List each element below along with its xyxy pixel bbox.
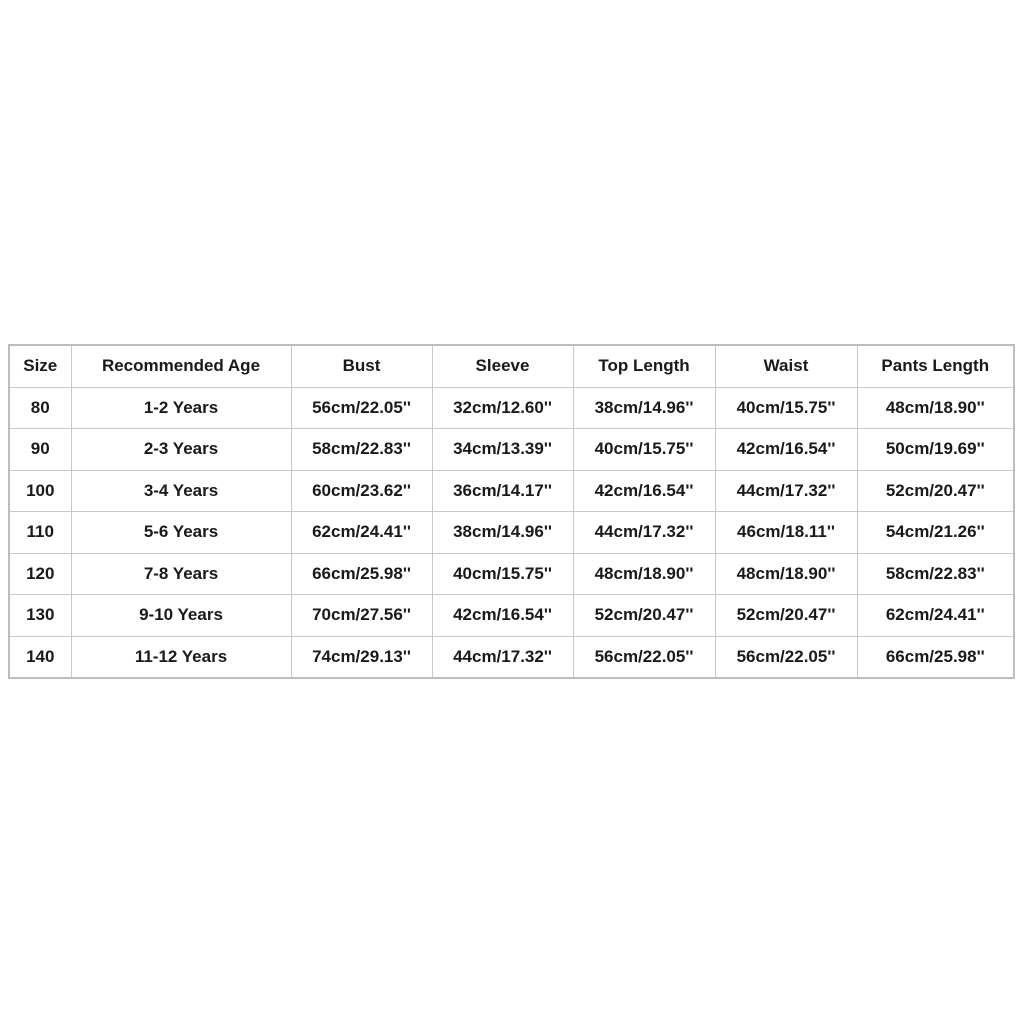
table-row: 130 9-10 Years 70cm/27.56'' 42cm/16.54'' 52c… <box>8 594 1015 637</box>
cell-waist: 56cm/22.05'' <box>714 635 858 679</box>
cell-sleeve: 38cm/14.96'' <box>431 511 574 554</box>
column-header-recommended-age: Recommended Age <box>70 344 292 388</box>
cell-pants-length: 50cm/19.69'' <box>856 428 1015 471</box>
cell-top-length: 38cm/14.96'' <box>572 386 716 429</box>
cell-recommended-age: 9-10 Years <box>70 594 292 637</box>
size-chart-table: Size Recommended Age Bust Sleeve Top Length W… <box>8 344 1015 679</box>
cell-sleeve: 40cm/15.75'' <box>431 552 574 595</box>
cell-size: 80 <box>8 386 72 429</box>
cell-recommended-age: 5-6 Years <box>70 511 292 554</box>
table-row: 140 11-12 Years 74cm/29.13'' 44cm/17.32'' 56… <box>8 635 1015 679</box>
cell-top-length: 56cm/22.05'' <box>572 635 716 679</box>
cell-top-length: 44cm/17.32'' <box>572 511 716 554</box>
cell-recommended-age: 2-3 Years <box>70 428 292 471</box>
cell-recommended-age: 1-2 Years <box>70 386 292 429</box>
table-row: 80 1-2 Years 56cm/22.05'' 32cm/12.60'' 38cm/… <box>8 386 1015 429</box>
cell-size: 120 <box>8 552 72 595</box>
cell-pants-length: 58cm/22.83'' <box>856 552 1015 595</box>
column-header-pants-length: Pants Length <box>856 344 1015 388</box>
column-header-bust: Bust <box>290 344 433 388</box>
cell-top-length: 40cm/15.75'' <box>572 428 716 471</box>
cell-size: 110 <box>8 511 72 554</box>
column-header-sleeve: Sleeve <box>431 344 574 388</box>
cell-waist: 40cm/15.75'' <box>714 386 858 429</box>
cell-waist: 44cm/17.32'' <box>714 469 858 512</box>
cell-bust: 62cm/24.41'' <box>290 511 433 554</box>
cell-pants-length: 62cm/24.41'' <box>856 594 1015 637</box>
cell-top-length: 48cm/18.90'' <box>572 552 716 595</box>
cell-waist: 46cm/18.11'' <box>714 511 858 554</box>
cell-recommended-age: 11-12 Years <box>70 635 292 679</box>
column-header-top-length: Top Length <box>572 344 716 388</box>
cell-top-length: 42cm/16.54'' <box>572 469 716 512</box>
cell-bust: 60cm/23.62'' <box>290 469 433 512</box>
column-header-waist: Waist <box>714 344 858 388</box>
cell-recommended-age: 7-8 Years <box>70 552 292 595</box>
cell-pants-length: 48cm/18.90'' <box>856 386 1015 429</box>
cell-waist: 42cm/16.54'' <box>714 428 858 471</box>
cell-size: 140 <box>8 635 72 679</box>
cell-size: 90 <box>8 428 72 471</box>
cell-bust: 70cm/27.56'' <box>290 594 433 637</box>
cell-bust: 66cm/25.98'' <box>290 552 433 595</box>
table-row: 100 3-4 Years 60cm/23.62'' 36cm/14.17'' 42cm… <box>8 469 1015 512</box>
cell-size: 130 <box>8 594 72 637</box>
cell-bust: 58cm/22.83'' <box>290 428 433 471</box>
cell-waist: 52cm/20.47'' <box>714 594 858 637</box>
table-row: 120 7-8 Years 66cm/25.98'' 40cm/15.75'' 48cm… <box>8 552 1015 595</box>
cell-sleeve: 32cm/12.60'' <box>431 386 574 429</box>
cell-sleeve: 34cm/13.39'' <box>431 428 574 471</box>
cell-waist: 48cm/18.90'' <box>714 552 858 595</box>
cell-top-length: 52cm/20.47'' <box>572 594 716 637</box>
cell-recommended-age: 3-4 Years <box>70 469 292 512</box>
cell-bust: 56cm/22.05'' <box>290 386 433 429</box>
cell-sleeve: 42cm/16.54'' <box>431 594 574 637</box>
cell-pants-length: 66cm/25.98'' <box>856 635 1015 679</box>
cell-pants-length: 52cm/20.47'' <box>856 469 1015 512</box>
cell-pants-length: 54cm/21.26'' <box>856 511 1015 554</box>
cell-sleeve: 36cm/14.17'' <box>431 469 574 512</box>
cell-sleeve: 44cm/17.32'' <box>431 635 574 679</box>
table-row: 90 2-3 Years 58cm/22.83'' 34cm/13.39'' 40cm/… <box>8 428 1015 471</box>
cell-bust: 74cm/29.13'' <box>290 635 433 679</box>
table-row: 110 5-6 Years 62cm/24.41'' 38cm/14.96'' 44cm… <box>8 511 1015 554</box>
table-header-row: Size Recommended Age Bust Sleeve Top Length W… <box>8 344 1015 388</box>
column-header-size: Size <box>8 344 72 388</box>
cell-size: 100 <box>8 469 72 512</box>
